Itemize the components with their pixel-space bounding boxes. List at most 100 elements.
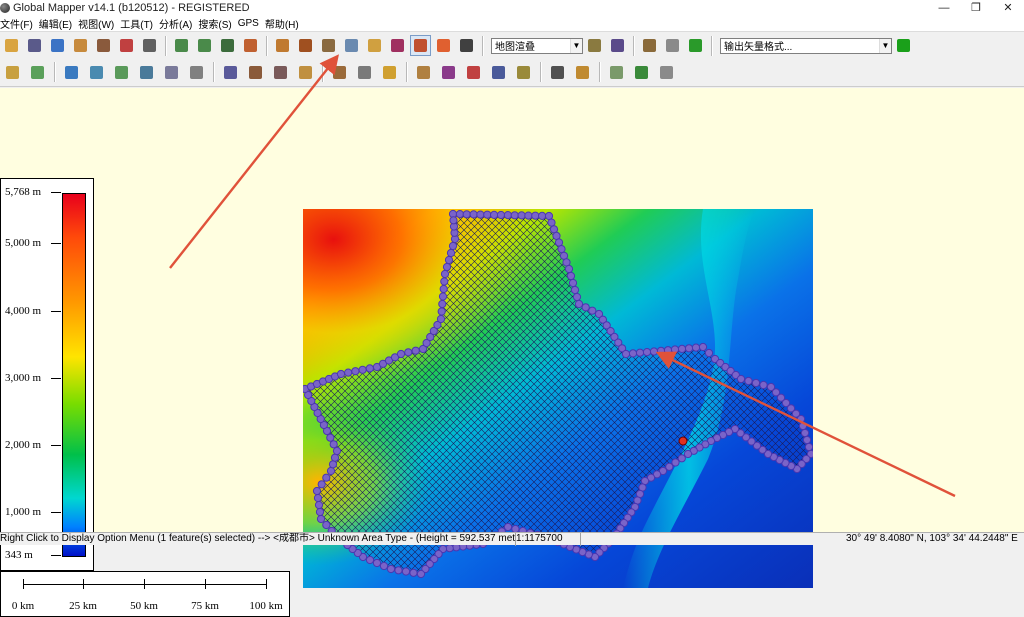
selection-vertex[interactable] bbox=[744, 376, 753, 386]
zoom-out-button[interactable] bbox=[194, 35, 215, 56]
digitizer-button[interactable] bbox=[410, 35, 431, 56]
selection-vertex[interactable] bbox=[531, 211, 540, 220]
reshape-button[interactable] bbox=[85, 60, 108, 85]
selection-vertex[interactable] bbox=[572, 292, 582, 302]
selection-vertex[interactable] bbox=[326, 433, 335, 442]
selection-vertex[interactable] bbox=[322, 473, 331, 482]
selection-vertex[interactable] bbox=[566, 271, 576, 281]
undo-shape-button[interactable] bbox=[353, 60, 376, 85]
selection-vertex[interactable] bbox=[581, 303, 590, 312]
tools-button[interactable] bbox=[139, 35, 160, 56]
selection-vertex[interactable] bbox=[574, 299, 584, 309]
selection-vertex[interactable] bbox=[312, 486, 322, 496]
info-button[interactable] bbox=[341, 35, 362, 56]
selection-vertex[interactable] bbox=[326, 466, 336, 476]
dissolve-button[interactable] bbox=[546, 60, 569, 85]
delete-vertex-button[interactable] bbox=[269, 60, 292, 85]
save-button[interactable] bbox=[24, 35, 45, 56]
selection-vertex[interactable] bbox=[800, 428, 810, 438]
selection-vertex[interactable] bbox=[656, 346, 666, 355]
edit-vertex-button[interactable] bbox=[60, 60, 83, 85]
full-view-button[interactable] bbox=[217, 35, 238, 56]
difference-button[interactable] bbox=[487, 60, 510, 85]
close-button[interactable]: ✕ bbox=[992, 0, 1024, 15]
selection-vertex[interactable] bbox=[642, 348, 652, 357]
selection-vertex[interactable] bbox=[547, 218, 556, 227]
undo-button[interactable] bbox=[655, 60, 678, 85]
globe-button[interactable] bbox=[47, 35, 68, 56]
selection-vertex[interactable] bbox=[490, 210, 499, 219]
lidar-button[interactable] bbox=[685, 35, 706, 56]
selection-vertex[interactable] bbox=[409, 568, 418, 577]
selection-vertex[interactable] bbox=[538, 211, 547, 220]
insert-vertex-button[interactable] bbox=[244, 60, 267, 85]
selection-vertex[interactable] bbox=[358, 365, 367, 374]
selection-vertex[interactable] bbox=[483, 210, 492, 219]
selection-vertex[interactable] bbox=[329, 440, 338, 449]
measure-angle-button[interactable] bbox=[630, 60, 653, 85]
selection-vertex[interactable] bbox=[438, 299, 447, 309]
selection-vertex[interactable] bbox=[394, 566, 403, 575]
run-button[interactable] bbox=[893, 35, 914, 56]
selection-vertex[interactable] bbox=[365, 364, 374, 373]
selection-vertex[interactable] bbox=[372, 558, 382, 568]
selection-vertex[interactable] bbox=[404, 348, 413, 357]
rotate-button[interactable] bbox=[160, 60, 183, 85]
selection-vertex[interactable] bbox=[564, 264, 574, 274]
grid-button[interactable] bbox=[185, 60, 208, 85]
selection-vertex[interactable] bbox=[313, 493, 323, 503]
selection-vertex[interactable] bbox=[462, 210, 471, 219]
selection-vertex[interactable] bbox=[704, 348, 714, 358]
selection-vertex[interactable] bbox=[804, 442, 813, 452]
selection-vertex[interactable] bbox=[448, 241, 458, 251]
minimize-button[interactable]: — bbox=[928, 0, 960, 15]
selection-vertex[interactable] bbox=[401, 567, 411, 576]
dropdown-button[interactable] bbox=[433, 35, 454, 56]
selection-vertex[interactable] bbox=[796, 414, 806, 424]
selection-vertex[interactable] bbox=[386, 564, 396, 574]
selection-vertex[interactable] bbox=[524, 211, 533, 220]
crop-button[interactable] bbox=[412, 60, 435, 85]
selection-vertex[interactable] bbox=[328, 460, 338, 469]
selection-vertex[interactable] bbox=[396, 349, 406, 359]
selection-vertex[interactable] bbox=[439, 284, 448, 294]
binoculars-button[interactable] bbox=[456, 35, 477, 56]
selected-vertex[interactable] bbox=[678, 436, 688, 446]
selection-vertex[interactable] bbox=[476, 210, 485, 219]
home-button[interactable] bbox=[240, 35, 261, 56]
selection-vertex[interactable] bbox=[517, 211, 526, 220]
selection-vertex[interactable] bbox=[411, 346, 420, 355]
selection-vertex[interactable] bbox=[437, 307, 446, 316]
selection-vertex[interactable] bbox=[684, 344, 694, 353]
selection-vertex[interactable] bbox=[751, 378, 761, 388]
selection-vertex[interactable] bbox=[416, 569, 426, 579]
selection-vertex[interactable] bbox=[691, 343, 701, 352]
selection-vertex[interactable] bbox=[698, 342, 708, 352]
export-format-select[interactable]: 输出矢量格式... ▼ bbox=[720, 37, 892, 54]
zoom-in-button[interactable] bbox=[171, 35, 192, 56]
image-button[interactable] bbox=[364, 35, 385, 56]
selection-vertex[interactable] bbox=[336, 369, 346, 379]
3d-view-button[interactable] bbox=[607, 35, 628, 56]
selection-vertex[interactable] bbox=[332, 446, 342, 456]
menu-analysis[interactable]: 分析(A) bbox=[159, 16, 198, 31]
union-button[interactable] bbox=[437, 60, 460, 85]
catalog-button[interactable] bbox=[70, 35, 91, 56]
selection-vertex[interactable] bbox=[588, 306, 597, 315]
selection-vertex[interactable] bbox=[440, 269, 450, 279]
snap-button[interactable] bbox=[328, 60, 351, 85]
buffer-button[interactable] bbox=[378, 60, 401, 85]
selection-vertex[interactable] bbox=[444, 255, 454, 265]
selection-vertex[interactable] bbox=[316, 514, 326, 524]
render-mode-select[interactable]: 地图渲叠 ▼ bbox=[491, 37, 583, 54]
selection-vertex[interactable] bbox=[440, 277, 449, 286]
selection-vertex[interactable] bbox=[649, 347, 659, 356]
menu-edit[interactable]: 编辑(E) bbox=[39, 16, 78, 31]
selection-vertex[interactable] bbox=[621, 349, 631, 359]
menu-search[interactable]: 搜索(S) bbox=[198, 16, 237, 31]
pan-button[interactable] bbox=[295, 35, 316, 56]
intersect-button[interactable] bbox=[462, 60, 485, 85]
draw-line-button[interactable] bbox=[605, 60, 628, 85]
menu-tools[interactable]: 工具(T) bbox=[120, 16, 159, 31]
selection-vertex[interactable] bbox=[436, 314, 446, 324]
